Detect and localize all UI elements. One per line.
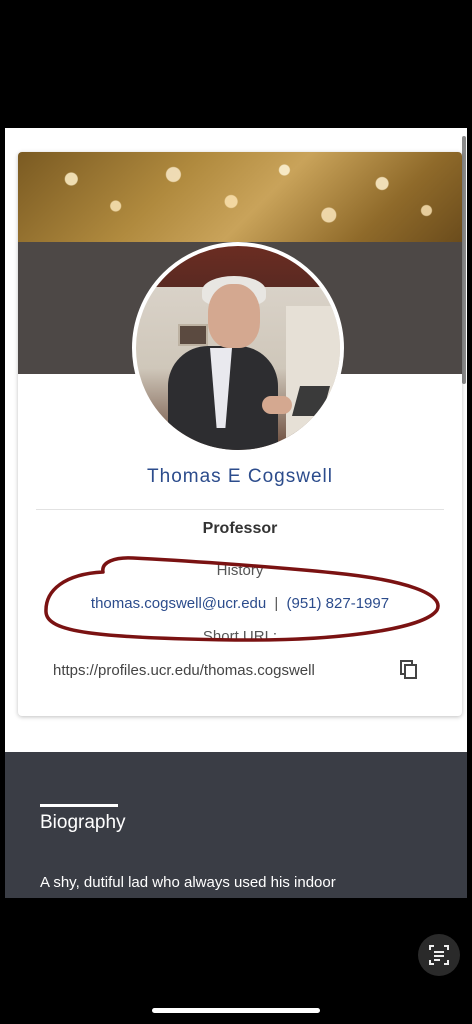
biography-section: Biography A shy, dutiful lad who always … — [5, 752, 467, 898]
contact-line: thomas.cogswell@ucr.edu | (951) 827-1997 — [18, 595, 462, 612]
scrollbar[interactable] — [462, 136, 466, 384]
copy-icon[interactable] — [400, 660, 418, 680]
history-label: History — [216, 562, 264, 579]
profile-photo — [132, 242, 344, 454]
biography-text: A shy, dutiful lad who always used his i… — [40, 874, 336, 891]
profile-name: Thomas E Cogswell — [147, 466, 333, 487]
biography-heading: Biography — [40, 812, 126, 833]
short-url[interactable]: https://profiles.ucr.edu/thomas.cogswell — [53, 662, 315, 679]
biography-rule — [40, 804, 118, 807]
email-link[interactable]: thomas.cogswell@ucr.edu — [91, 595, 266, 612]
divider — [36, 509, 444, 510]
profile-page: Thomas E Cogswell Professor History thom… — [5, 128, 467, 898]
profile-title: Professor — [202, 520, 278, 537]
scan-text-icon — [429, 945, 449, 965]
short-url-label: Short URL: — [202, 628, 278, 645]
phone-link[interactable]: (951) 827-1997 — [286, 595, 389, 612]
banner-image — [18, 152, 462, 242]
profile-card: Thomas E Cogswell Professor History thom… — [18, 152, 462, 716]
scan-text-button[interactable] — [418, 934, 460, 976]
home-indicator[interactable] — [152, 1008, 320, 1013]
contact-separator: | — [274, 595, 279, 612]
